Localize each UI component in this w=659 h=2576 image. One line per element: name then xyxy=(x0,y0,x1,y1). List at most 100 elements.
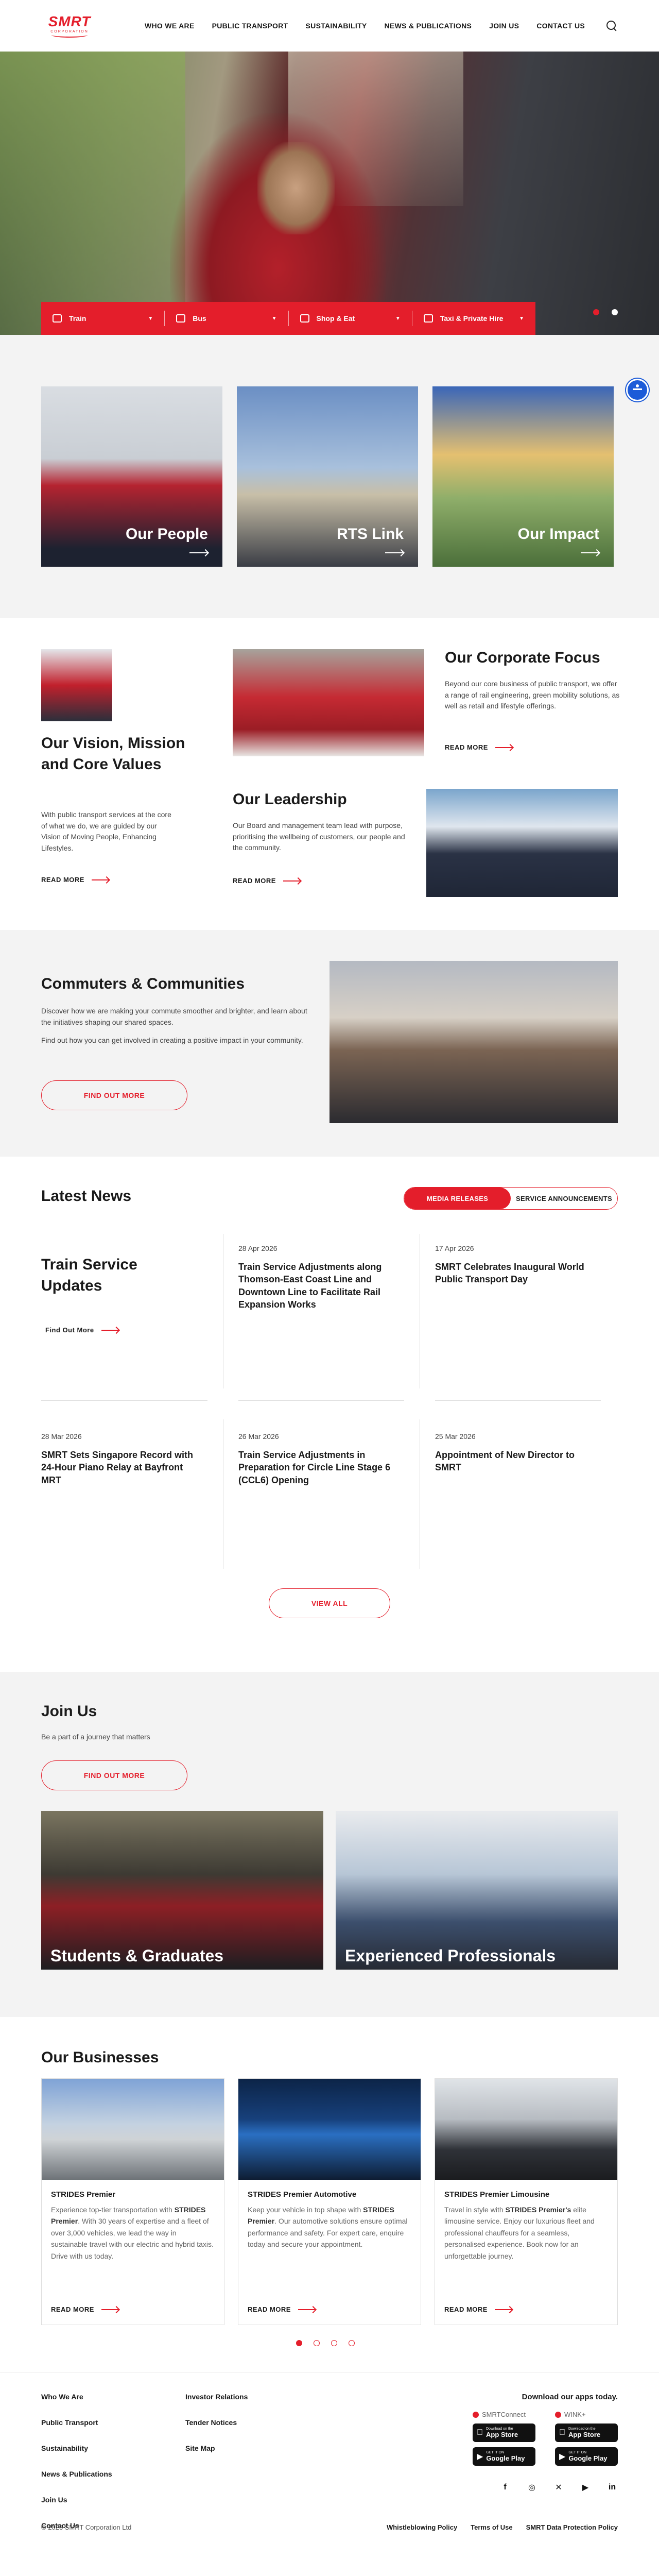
main-nav: WHO WE ARE PUBLIC TRANSPORT SUSTAINABILI… xyxy=(145,22,585,30)
copyright: © 2026 SMRT Corporation Ltd xyxy=(41,2523,132,2531)
business-read-more-link[interactable]: READ MORE xyxy=(248,2306,316,2313)
corporate-focus-text: Beyond our core business of public trans… xyxy=(445,680,620,710)
news-item[interactable]: 25 Mar 2026 Appointment of New Director … xyxy=(435,1432,593,1474)
nav-news-publications[interactable]: NEWS & PUBLICATIONS xyxy=(385,22,472,30)
business-read-more-link[interactable]: READ MORE xyxy=(51,2306,119,2313)
pagination-dot[interactable] xyxy=(296,2340,302,2346)
vision-read-more-link[interactable]: READ MORE xyxy=(41,876,109,884)
social-links: f ◎ ✕ ▶ in xyxy=(499,2482,618,2493)
find-out-more-link[interactable]: Find Out More xyxy=(45,1326,119,1334)
news-item[interactable]: 26 Mar 2026 Train Service Adjustments in… xyxy=(238,1432,396,1486)
news-headline[interactable]: Train Service Adjustments in Preparation… xyxy=(238,1449,396,1486)
nav-join-us[interactable]: JOIN US xyxy=(489,22,519,30)
businesses-title: Our Businesses xyxy=(41,2049,159,2066)
footer-link-tender-notices[interactable]: Tender Notices xyxy=(185,2418,248,2427)
arrow-right-icon xyxy=(495,747,513,748)
nav-sustainability[interactable]: SUSTAINABILITY xyxy=(306,22,367,30)
news-headline[interactable]: Train Service Adjustments along Thomson-… xyxy=(238,1261,396,1311)
nav-public-transport[interactable]: PUBLIC TRANSPORT xyxy=(212,22,288,30)
footer-links-col2: Investor Relations Tender Notices Site M… xyxy=(185,2393,248,2452)
news-item[interactable]: 17 Apr 2026 SMRT Celebrates Inaugural Wo… xyxy=(435,1244,593,1286)
quick-menu-taxi[interactable]: Taxi & Private Hire ▼ xyxy=(412,311,535,326)
app-name: SMRTConnect xyxy=(473,2411,535,2418)
business-image xyxy=(42,2079,224,2180)
footer-link-investor-relations[interactable]: Investor Relations xyxy=(185,2393,248,2401)
view-all-button[interactable]: VIEW ALL xyxy=(269,1588,390,1618)
facebook-icon[interactable]: f xyxy=(499,2482,511,2493)
tab-media-releases[interactable]: MEDIA RELEASES xyxy=(404,1188,511,1209)
join-find-out-more-button[interactable]: FIND OUT MORE xyxy=(41,1760,187,1790)
students-graduates-card[interactable]: Students & Graduates xyxy=(41,1811,323,1970)
business-card: STRIDES Premier Limousine Travel in styl… xyxy=(435,2078,618,2325)
news-item[interactable]: 28 Apr 2026 Train Service Adjustments al… xyxy=(238,1244,396,1311)
footer-link-site-map[interactable]: Site Map xyxy=(185,2444,248,2452)
footer-link-whistleblowing[interactable]: Whistleblowing Policy xyxy=(387,2523,457,2531)
vision-text: With public transport services at the co… xyxy=(41,810,171,853)
leadership-title: Our Leadership xyxy=(233,791,347,808)
footer-link-terms[interactable]: Terms of Use xyxy=(471,2523,512,2531)
footer-link-news-publications[interactable]: News & Publications xyxy=(41,2470,112,2478)
google-play-badge[interactable]: ▶ GET IT ON Google Play xyxy=(473,2447,535,2466)
nav-contact-us[interactable]: CONTACT US xyxy=(536,22,585,30)
news-divider xyxy=(41,1400,207,1401)
footer-link-sustainability[interactable]: Sustainability xyxy=(41,2444,112,2452)
chevron-down-icon: ▼ xyxy=(519,315,524,321)
tab-service-announcements[interactable]: SERVICE ANNOUNCEMENTS xyxy=(511,1188,617,1209)
business-read-more-link[interactable]: READ MORE xyxy=(444,2306,512,2313)
news-headline[interactable]: SMRT Sets Singapore Record with 24-Hour … xyxy=(41,1449,199,1486)
linkedin-icon[interactable]: in xyxy=(606,2482,618,2493)
tile-our-people[interactable]: Our People xyxy=(41,386,222,567)
logo-swoosh xyxy=(51,32,88,38)
news-item[interactable]: 28 Mar 2026 SMRT Sets Singapore Record w… xyxy=(41,1432,199,1486)
news-headline[interactable]: Appointment of New Director to SMRT xyxy=(435,1449,593,1474)
footer-link-who-we-are[interactable]: Who We Are xyxy=(41,2393,112,2401)
pagination-dot[interactable] xyxy=(349,2340,355,2346)
quick-menu-bus[interactable]: Bus ▼ xyxy=(165,311,289,326)
corporate-focus-title: Our Corporate Focus xyxy=(445,649,600,666)
experienced-professionals-card[interactable]: Experienced Professionals xyxy=(336,1811,618,1970)
leadership-read-more-link[interactable]: READ MORE xyxy=(233,877,301,885)
app-store-badge[interactable]: Download on theApp Store xyxy=(555,2424,618,2442)
pagination-dot[interactable] xyxy=(314,2340,320,2346)
corporate-focus-image xyxy=(233,649,424,756)
quick-menu-shop-eat[interactable]: Shop & Eat ▼ xyxy=(289,311,412,326)
news-date: 28 Apr 2026 xyxy=(238,1244,278,1252)
x-icon[interactable]: ✕ xyxy=(553,2482,564,2493)
card-label: Students & Graduates xyxy=(50,1946,224,1965)
chevron-down-icon: ▼ xyxy=(395,315,401,321)
google-play-badge[interactable]: ▶ GET IT ON Google Play xyxy=(555,2447,618,2466)
footer-link-data-protection[interactable]: SMRT Data Protection Policy xyxy=(526,2523,618,2531)
footer-link-join-us[interactable]: Join Us xyxy=(41,2496,112,2504)
smrtconnect-app: SMRTConnect Download on theApp Store ▶G… xyxy=(473,2411,535,2466)
app-store-badge[interactable]: Download on theApp Store xyxy=(473,2424,535,2442)
footer-link-public-transport[interactable]: Public Transport xyxy=(41,2418,112,2427)
wink-icon xyxy=(555,2411,561,2418)
tile-rts-link[interactable]: RTS Link xyxy=(237,386,418,567)
youtube-icon[interactable]: ▶ xyxy=(580,2482,591,2493)
read-more-label: READ MORE xyxy=(444,2306,488,2313)
feature-tiles: Our People RTS Link Our Impact xyxy=(41,386,618,567)
search-icon[interactable] xyxy=(605,20,618,32)
quick-menu-train[interactable]: Train ▼ xyxy=(41,311,165,326)
smrt-logo[interactable]: SMRT CORPORATION xyxy=(41,9,98,42)
news-headline[interactable]: SMRT Celebrates Inaugural World Public T… xyxy=(435,1261,593,1286)
carousel-dot[interactable] xyxy=(593,309,599,315)
instagram-icon[interactable]: ◎ xyxy=(526,2482,537,2493)
car-icon xyxy=(423,314,433,323)
wink-app: WINK+ Download on theApp Store ▶GET IT … xyxy=(555,2411,618,2466)
accessibility-icon[interactable] xyxy=(626,379,649,401)
tile-our-impact[interactable]: Our Impact xyxy=(432,386,614,567)
hero-banner: Train ▼ Bus ▼ Shop & Eat ▼ Taxi & Private H… xyxy=(0,52,659,335)
corporate-read-more-link[interactable]: READ MORE xyxy=(445,743,513,751)
arrow-right-icon xyxy=(189,552,208,553)
leadership-image xyxy=(426,789,618,897)
carousel-dot[interactable] xyxy=(612,309,618,315)
nav-who-we-are[interactable]: WHO WE ARE xyxy=(145,22,195,30)
smrtconnect-icon xyxy=(473,2411,479,2418)
hero-staff-face xyxy=(257,142,335,234)
feature-tiles-section: Our People RTS Link Our Impact xyxy=(0,335,659,618)
find-out-more-label: Find Out More xyxy=(45,1326,94,1334)
news-date: 26 Mar 2026 xyxy=(238,1432,279,1440)
commuters-find-out-more-button[interactable]: FIND OUT MORE xyxy=(41,1080,187,1110)
pagination-dot[interactable] xyxy=(331,2340,337,2346)
